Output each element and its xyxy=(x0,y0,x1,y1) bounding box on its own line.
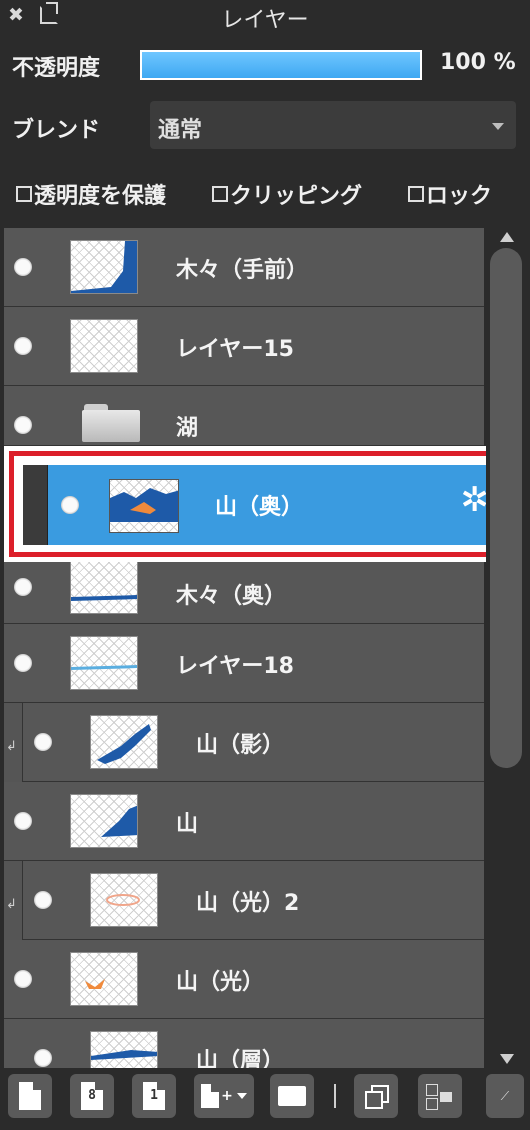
new-1bit-layer-button[interactable]: 1 xyxy=(132,1074,176,1118)
new-8bit-layer-icon: 8 xyxy=(81,1082,103,1110)
panel-title: レイヤー xyxy=(221,8,309,33)
layer-thumbnail xyxy=(70,952,138,1006)
layer-row[interactable]: ↲ 山（光）2 xyxy=(4,861,484,940)
folder-row[interactable]: 湖 xyxy=(4,386,484,446)
duplicate-icon xyxy=(365,1085,389,1109)
row-handle xyxy=(23,465,48,545)
layer-name: 木々（手前） xyxy=(176,258,309,283)
opacity-slider-fill xyxy=(142,52,420,78)
new-layer-button[interactable] xyxy=(8,1074,52,1118)
folder-icon xyxy=(82,404,140,442)
scrollbar-thumb[interactable] xyxy=(490,248,522,768)
protect-alpha-checkbox[interactable]: 透明度を保護 xyxy=(16,172,166,216)
layer-list[interactable]: 木々（手前） レイヤー15 湖 木々（奥） レイヤー18 ↲ 山（影） 山 ↲ … xyxy=(4,228,484,1068)
folder-icon xyxy=(278,1086,306,1106)
merge-icon xyxy=(426,1082,454,1110)
protect-alpha-label: 透明度を保護 xyxy=(34,184,167,209)
layer-name: 木々（奥） xyxy=(176,584,287,609)
chevron-down-icon xyxy=(492,123,504,130)
layer-name: 湖 xyxy=(176,416,199,441)
layer-name: レイヤー15 xyxy=(176,337,294,362)
layer-name: 山（光）2 xyxy=(196,891,300,916)
plus-icon: + xyxy=(221,1088,233,1104)
more-icon: ⟋ xyxy=(500,1088,510,1103)
layer-toolbar: 8 1 + ⟋ xyxy=(0,1068,530,1130)
layer-name: 山（奥） xyxy=(215,495,304,520)
blend-mode-select[interactable]: 通常 xyxy=(150,101,516,149)
layer-thumbnail xyxy=(70,560,138,614)
layer-row[interactable]: 山（光） xyxy=(4,940,484,1019)
opacity-label: 不透明度 xyxy=(12,56,101,81)
icon-label: 8 xyxy=(88,1088,96,1103)
clipping-indicator: ↲ xyxy=(4,861,23,940)
add-layer-icon xyxy=(201,1084,220,1108)
gear-icon[interactable]: ✲ xyxy=(461,483,490,517)
layer-thumbnail xyxy=(109,479,179,533)
visibility-toggle[interactable] xyxy=(61,496,79,514)
duplicate-layer-button[interactable] xyxy=(354,1074,398,1118)
lock-label: ロック xyxy=(426,184,493,209)
layer-thumbnail xyxy=(70,636,138,690)
visibility-toggle[interactable] xyxy=(14,258,32,276)
layer-row[interactable]: 山（層） xyxy=(4,1019,484,1068)
layer-row[interactable]: 木々（手前） xyxy=(4,228,484,307)
layer-thumbnail xyxy=(90,715,158,769)
add-layer-menu-button[interactable]: + xyxy=(194,1074,254,1118)
new-layer-icon xyxy=(19,1082,41,1110)
icon-label: 1 xyxy=(150,1088,158,1103)
clipping-indicator: ↲ xyxy=(4,703,23,782)
blend-mode-value: 通常 xyxy=(158,118,203,143)
highlight-border: 山（奥） ✲ xyxy=(9,451,505,557)
layer-thumbnail xyxy=(70,240,138,294)
layer-row[interactable]: 山 xyxy=(4,782,484,861)
clip-arrow-icon: ↲ xyxy=(6,897,17,912)
scrollbar-track[interactable] xyxy=(490,248,522,1048)
chevron-down-icon xyxy=(236,1093,247,1099)
visibility-toggle[interactable] xyxy=(14,337,32,355)
toolbar-divider xyxy=(334,1084,336,1108)
visibility-toggle[interactable] xyxy=(34,891,52,909)
layer-name: レイヤー18 xyxy=(176,654,294,679)
blend-label: ブレンド xyxy=(12,118,101,143)
new-8bit-layer-button[interactable]: 8 xyxy=(70,1074,114,1118)
scroll-up-icon[interactable] xyxy=(500,232,514,242)
visibility-toggle[interactable] xyxy=(14,970,32,988)
visibility-toggle[interactable] xyxy=(14,812,32,830)
clipping-checkbox[interactable]: クリッピング xyxy=(212,172,362,216)
scroll-down-icon[interactable] xyxy=(500,1054,514,1064)
clipping-label: クリッピング xyxy=(230,184,363,209)
visibility-toggle[interactable] xyxy=(34,733,52,751)
layer-name: 山（層） xyxy=(196,1049,285,1068)
layer-row[interactable]: ↲ 山（影） xyxy=(4,703,484,782)
lock-checkbox[interactable]: ロック xyxy=(408,172,492,216)
layer-name: 山（光） xyxy=(176,970,265,995)
checkbox-box[interactable] xyxy=(408,186,424,202)
layer-thumbnail xyxy=(90,1031,158,1068)
layer-thumbnail xyxy=(70,319,138,373)
opacity-value: 100 % xyxy=(440,50,516,75)
layer-row[interactable]: レイヤー18 xyxy=(4,624,484,703)
layer-row[interactable]: レイヤー15 xyxy=(4,307,484,386)
visibility-toggle[interactable] xyxy=(34,1049,52,1067)
visibility-toggle[interactable] xyxy=(14,654,32,672)
checkbox-box[interactable] xyxy=(16,186,32,202)
layer-options: 透明度を保護 クリッピング ロック xyxy=(0,172,530,216)
selected-layer-highlight: 山（奥） ✲ xyxy=(4,446,510,562)
layer-thumbnail xyxy=(70,794,138,848)
layer-name: 山 xyxy=(176,812,199,837)
more-button[interactable]: ⟋ xyxy=(486,1074,524,1118)
new-1bit-layer-icon: 1 xyxy=(143,1082,165,1110)
visibility-toggle[interactable] xyxy=(14,416,32,434)
merge-layer-button[interactable] xyxy=(418,1074,462,1118)
clip-arrow-icon: ↲ xyxy=(6,739,17,754)
layer-thumbnail xyxy=(90,873,158,927)
layer-list-scrollbar[interactable] xyxy=(486,228,526,1068)
layer-name: 山（影） xyxy=(196,733,285,758)
layer-row-selected[interactable]: 山（奥） ✲ xyxy=(23,465,499,545)
panel-titlebar: ✖ レイヤー xyxy=(0,0,530,36)
checkbox-box[interactable] xyxy=(212,186,228,202)
new-folder-button[interactable] xyxy=(270,1074,314,1118)
visibility-toggle[interactable] xyxy=(14,578,32,596)
